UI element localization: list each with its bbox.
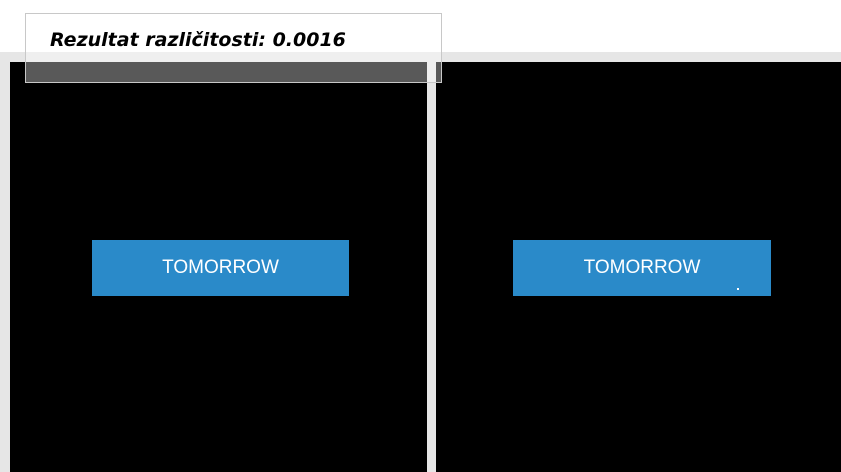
- panel-divider: [429, 62, 433, 472]
- difference-score-label: Rezultat različitosti: 0.0016: [50, 29, 346, 51]
- tomorrow-button-right[interactable]: TOMORROW: [513, 240, 771, 296]
- tomorrow-button-left[interactable]: TOMORROW: [92, 240, 349, 296]
- tomorrow-button-right-label: TOMORROW: [583, 257, 701, 278]
- pixel-difference-dot: [737, 288, 739, 290]
